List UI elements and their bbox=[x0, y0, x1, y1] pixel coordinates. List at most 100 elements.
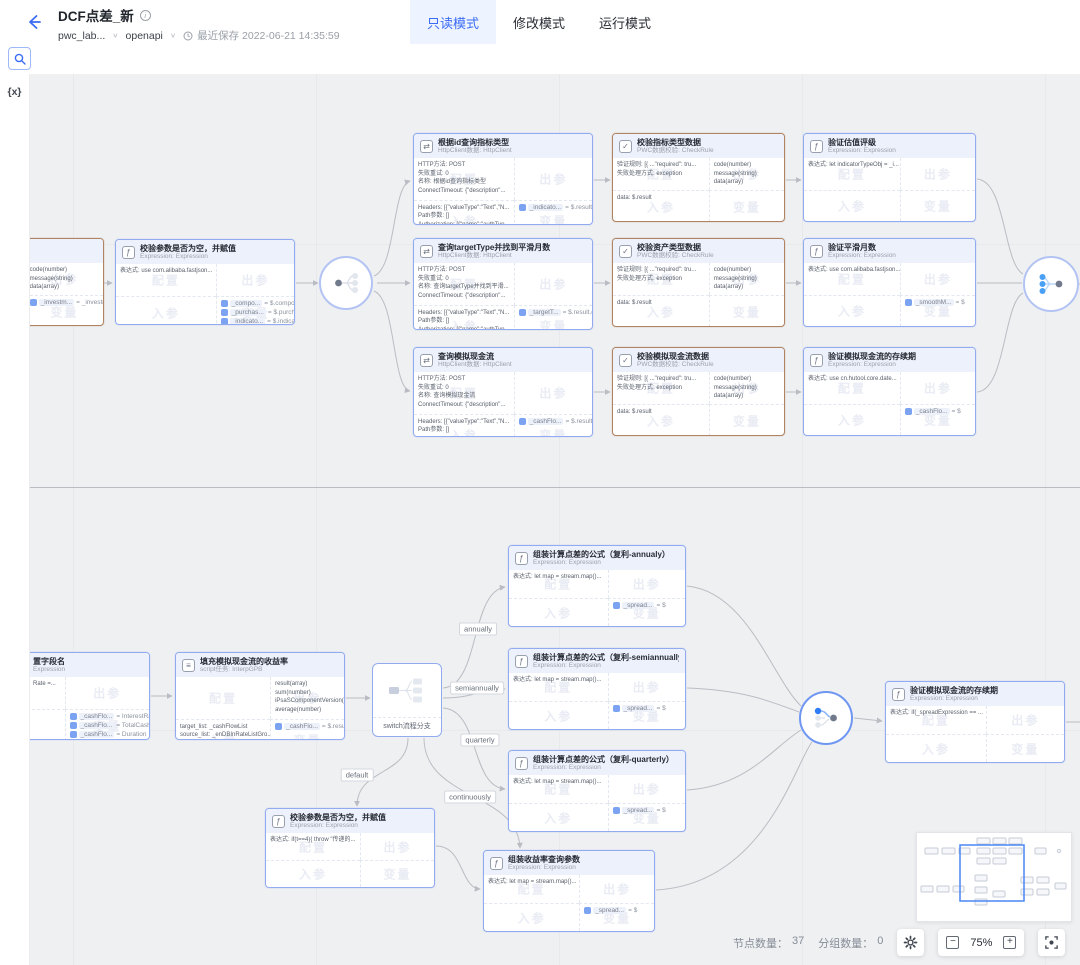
flow-node-http-query-indicator-by-id[interactable]: ⇄根据id查询指标类型HttpClient数据: HttpClient配置HTT… bbox=[413, 133, 593, 225]
node-quad-lb: 入参Headers: [{"valueType":"Text","N...Pat… bbox=[414, 414, 514, 437]
quad-watermark: 入参 bbox=[838, 411, 866, 428]
node-quad-rt: 出参 bbox=[900, 263, 975, 295]
flow-node-expr-build-yield-query-params[interactable]: ƒ组装收益率查询参数Expression: Expression配置表达式: l… bbox=[483, 850, 655, 932]
var-tag: _purchas...= $.purchase... bbox=[221, 309, 294, 316]
tab-mode-0[interactable]: 只读模式 bbox=[410, 0, 496, 44]
config-lines: 表达式: if(_spreadExpression == ... bbox=[890, 709, 982, 718]
node-title: 查询模拟现金流 bbox=[438, 352, 512, 361]
config-lines: 表达式: if(t==4){ throw "传递的... bbox=[270, 836, 356, 845]
flow-node-check-simulated-cashflow-data[interactable]: ✓校验模拟现金流数据PWC数据校验: CheckRule配置验证规则: [{ .… bbox=[612, 347, 785, 436]
var-tag: _spread...= $ bbox=[613, 807, 666, 814]
config-lines: code(number)message(string)data(array) bbox=[30, 266, 99, 292]
node-subtitle: PWC数据校验: CheckRule bbox=[637, 147, 714, 154]
node-titles: 验证模拟现金流的存续期Expression: Expression bbox=[828, 352, 916, 369]
node-quad-lt: Rate =... bbox=[30, 677, 65, 709]
flow-node-expr-build-spread-formula-annually[interactable]: ƒ组装计算点差的公式（复利-annualy）Expression: Expres… bbox=[508, 545, 686, 627]
flow-node-expr-verify-smooth-months[interactable]: ƒ验证平滑月数Expression: Expression配置表达式: use … bbox=[803, 238, 976, 327]
connector-parallel-split[interactable] bbox=[319, 256, 373, 310]
node-body: 配置表达式: let map = stream.map()...出参入参变量_s… bbox=[484, 875, 654, 931]
last-saved: 最近保存 2022-06-21 14:35:59 bbox=[183, 28, 339, 43]
node-quad-rb: 变量_cashFlo...= $.result bbox=[270, 719, 344, 740]
quad-watermark: 入参 bbox=[518, 909, 546, 926]
var-tag: _cashFlo...= $.result.dat... bbox=[519, 418, 592, 425]
flow-node-expr-build-spread-formula-quarterly[interactable]: ƒ组装计算点差的公式（复利-quarterly）Expression: Expr… bbox=[508, 750, 686, 832]
node-quad-rt: 出参 bbox=[579, 875, 654, 903]
node-quad-lb: 入参 bbox=[509, 701, 608, 729]
mode-tabs: 只读模式修改模式运行模式 bbox=[410, 0, 668, 44]
var-value: = $ bbox=[956, 299, 965, 306]
http-icon: ⇄ bbox=[420, 354, 433, 367]
connector-parallel-join[interactable] bbox=[1023, 256, 1079, 312]
flow-node-expr-build-spread-formula-semiannually[interactable]: ƒ组装计算点差的公式（复利-semiannually）Expression: E… bbox=[508, 648, 686, 730]
flow-node-expr-check-params-assign[interactable]: ƒ校验参数是否为空，并赋值Expression: Expression配置表达式… bbox=[115, 239, 295, 325]
flow-node-checkrule-clipped-left[interactable]: 出参code(number)message(string)data(array)… bbox=[30, 238, 104, 326]
flow-node-check-asset-type-data[interactable]: ✓校验资产类型数据PWC数据校验: CheckRule配置验证规则: [{ ..… bbox=[612, 238, 785, 327]
quad-watermark: 入参 bbox=[544, 604, 572, 621]
config-lines: 表达式: use com.alibaba.fastjson... bbox=[808, 266, 896, 275]
node-titles: 校验指标类型数据PWC数据校验: CheckRule bbox=[637, 138, 714, 155]
config-lines: data: $.result bbox=[617, 194, 705, 203]
workspace-select[interactable]: pwc_lab... bbox=[58, 30, 105, 42]
node-body: 配置出参result(array)sum(number)iPsaSCompone… bbox=[176, 677, 344, 740]
expr-icon: ƒ bbox=[515, 757, 528, 770]
node-quad-lb: 入参 bbox=[509, 598, 608, 626]
node-header: ⇄根据id查询指标类型HttpClient数据: HttpClient bbox=[414, 134, 592, 158]
tab-mode-1[interactable]: 修改模式 bbox=[496, 0, 582, 44]
zoom-in-button[interactable]: + bbox=[1003, 936, 1016, 949]
minimap[interactable] bbox=[916, 832, 1072, 922]
flow-node-http-query-targettype-smooth-months[interactable]: ⇄查询targetType并找到平滑月数HttpClient数据: HttpCl… bbox=[413, 238, 593, 330]
var-name: _cashFlo... bbox=[79, 722, 115, 729]
script-icon: ≡ bbox=[182, 659, 195, 672]
zoom-out-button[interactable]: − bbox=[946, 936, 959, 949]
node-body: 出参code(number)message(string)data(array)… bbox=[30, 263, 103, 326]
node-subtitle: HttpClient数据: HttpClient bbox=[438, 361, 512, 368]
node-header: ƒ验证模拟现金流的存续期Expression: Expression bbox=[804, 348, 975, 372]
var-badge-icon bbox=[613, 602, 620, 609]
search-button[interactable] bbox=[8, 47, 31, 70]
node-title: 验证平滑月数 bbox=[828, 243, 896, 252]
quad-watermark: 出参 bbox=[1011, 712, 1039, 729]
var-tag: _spread...= $ bbox=[613, 602, 666, 609]
info-icon[interactable]: i bbox=[140, 10, 151, 21]
node-quad-rt: 出参 bbox=[608, 570, 685, 598]
connector-branch-merge[interactable] bbox=[799, 691, 853, 745]
flow-node-script-fill-cashflow-yield[interactable]: ≡填充模拟现金流的收益率script任务: InterpGPB配置出参resul… bbox=[175, 652, 345, 740]
node-header: ƒ组装计算点差的公式（复利-semiannually）Expression: E… bbox=[509, 649, 685, 673]
chevron-down-icon[interactable]: ∨ bbox=[170, 31, 176, 40]
node-header: ƒ组装收益率查询参数Expression: Expression bbox=[484, 851, 654, 875]
var-tag: _spread...= $ bbox=[613, 705, 666, 712]
flow-node-expr-verify-valuation-rating[interactable]: ƒ验证估值评级Expression: Expression配置表达式: let … bbox=[803, 133, 976, 222]
fit-view-button[interactable] bbox=[1038, 929, 1065, 956]
node-count: 节点数量：37 bbox=[733, 935, 804, 951]
settings-button[interactable] bbox=[897, 929, 924, 956]
flow-node-check-indicator-type-data[interactable]: ✓校验指标类型数据PWC数据校验: CheckRule配置验证规则: [{ ..… bbox=[612, 133, 785, 222]
switch-node-label: switch流程分支 bbox=[373, 717, 441, 736]
flow-node-expr-verify-cashflow-duration[interactable]: ƒ验证模拟现金流的存续期Expression: Expression配置表达式:… bbox=[803, 347, 976, 436]
var-value: = Duration bbox=[116, 731, 146, 738]
var-tags: _cashFlo...= $ bbox=[905, 408, 971, 415]
node-subtitle: Expression: Expression bbox=[140, 253, 236, 260]
flow-canvas[interactable]: 出参code(number)message(string)data(array)… bbox=[30, 74, 1080, 965]
variables-icon[interactable]: {x} bbox=[0, 86, 29, 98]
node-quad-lt: 配置表达式: let indicatorTypeObj = _i... bbox=[804, 158, 900, 190]
config-lines: Rate =... bbox=[30, 680, 61, 689]
quad-watermark: 变量 bbox=[384, 866, 412, 883]
flow-node-expr-check-params-assign-2[interactable]: ƒ校验参数是否为空，并赋值Expression: Expression配置表达式… bbox=[265, 808, 435, 888]
api-select[interactable]: openapi bbox=[126, 30, 163, 42]
back-icon[interactable] bbox=[24, 12, 44, 32]
node-quad-lt: 配置HTTP方法: POST失败重试: 0名称: 根据id查询指标类型Conne… bbox=[414, 158, 514, 200]
var-tags: _compo...= $.compoun..._purchas...= $.pu… bbox=[221, 300, 290, 325]
node-quad-rt: 出参code(number)message(string)data(array) bbox=[30, 263, 103, 295]
config-lines: result(array)sum(number)iPsaSComponentVe… bbox=[275, 680, 340, 715]
flow-node-expr-set-field-name-clipped[interactable]: 置字段名ExpressionRate =...出参变量_cashFlo...= … bbox=[30, 652, 150, 740]
node-quad-lb: 入参Headers: [{"valueType":"Text","N...Pat… bbox=[414, 200, 514, 225]
quad-watermark: 变量 bbox=[733, 303, 761, 320]
flow-node-expr-verify-cashflow-duration-2[interactable]: ƒ验证模拟现金流的存续期Expression: Expression配置表达式:… bbox=[885, 681, 1065, 763]
http-icon: ⇄ bbox=[420, 245, 433, 258]
tab-mode-2[interactable]: 运行模式 bbox=[582, 0, 668, 44]
flow-node-http-query-simulated-cashflow[interactable]: ⇄查询模拟现金流HttpClient数据: HttpClient配置HTTP方法… bbox=[413, 347, 593, 437]
quad-watermark: 出参 bbox=[633, 576, 661, 593]
node-quad-lt: 配置验证规则: [{ ..."required": tru...失败处理方式: … bbox=[613, 263, 709, 295]
chevron-down-icon[interactable]: ∨ bbox=[112, 31, 118, 40]
flow-node-switch-flow-branch[interactable]: switch流程分支 bbox=[372, 663, 442, 737]
